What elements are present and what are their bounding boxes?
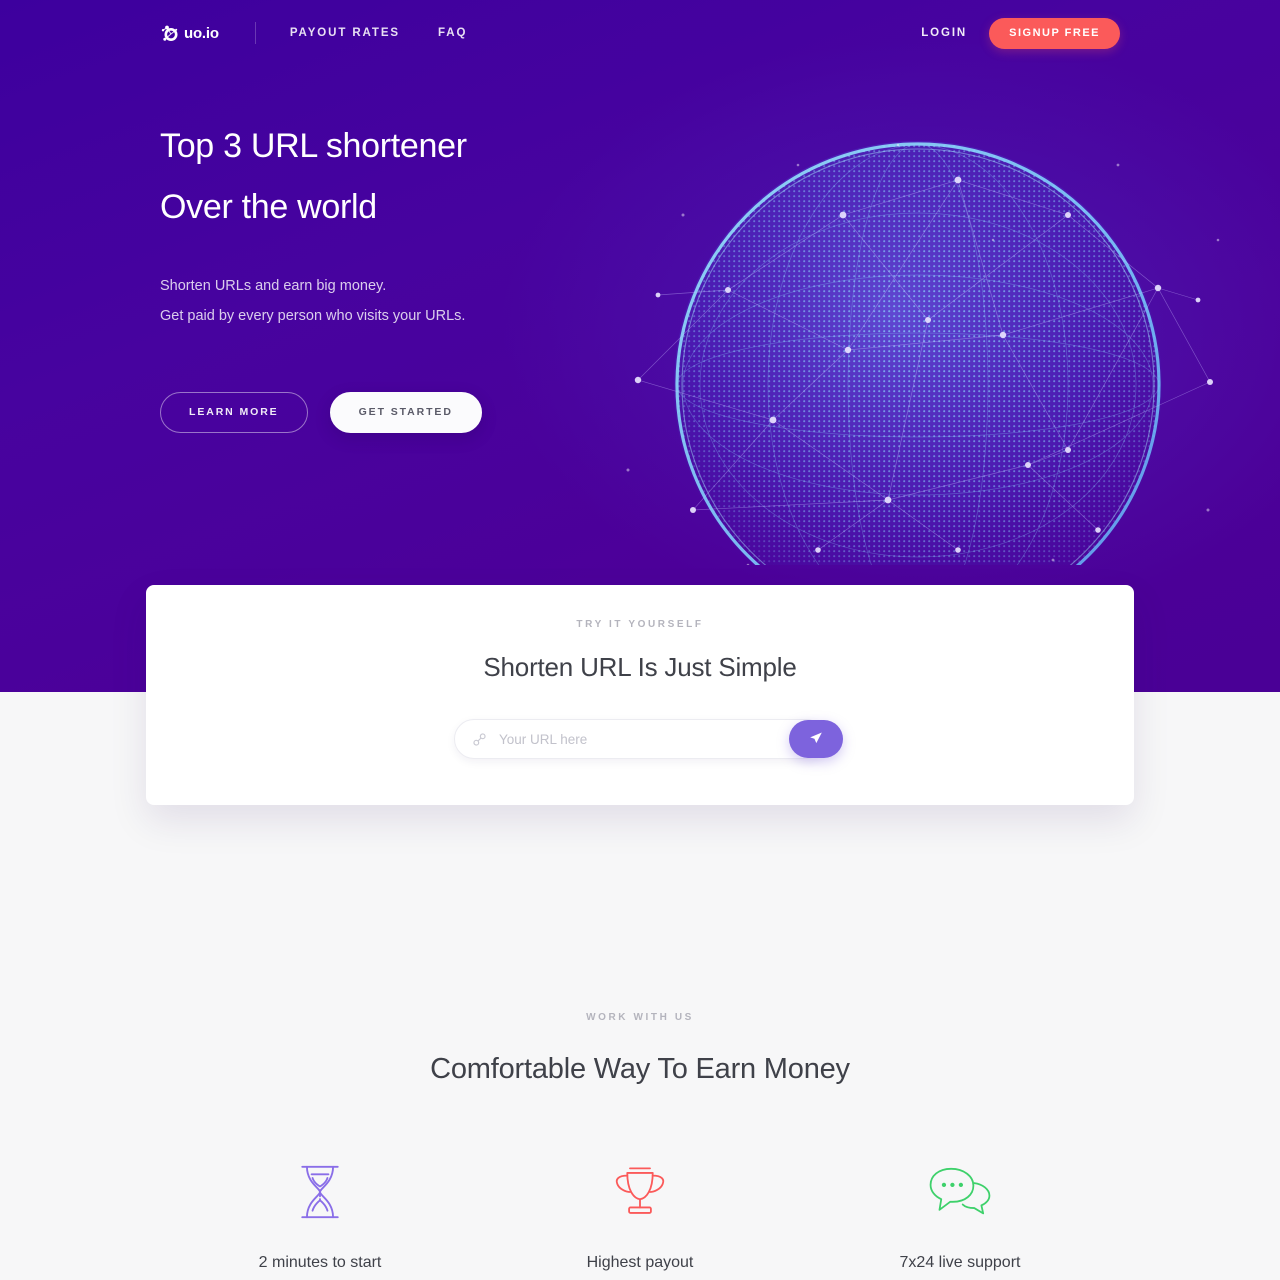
get-started-button[interactable]: GET STARTED	[329, 392, 482, 434]
learn-more-button[interactable]: LEARN MORE	[160, 392, 308, 434]
chat-bubbles-icon	[818, 1160, 1102, 1224]
feature-title: 7x24 live support	[899, 1254, 1021, 1271]
hero-headline-line1: Top 3 URL shortener	[160, 127, 467, 165]
feature-card: 2 minutes to start Signup for an account…	[160, 1160, 480, 1280]
url-shorten-form	[454, 719, 843, 759]
hero-subtext: Shorten URLs and earn big money. Get pai…	[160, 271, 560, 331]
hero-subtext-line2: Get paid by every person who visits your…	[160, 308, 466, 325]
feature-card: 7x24 live support Contact us at any time…	[800, 1160, 1120, 1280]
nav-item-payout-rates[interactable]: PAYOUT RATES	[290, 27, 400, 39]
shorten-url-card: TRY IT YOURSELF Shorten URL Is Just Simp…	[146, 585, 1134, 805]
molecule-o-icon	[160, 23, 182, 45]
top-navigation: uo.io PAYOUT RATES FAQ LOGIN SIGNUP FREE	[0, 0, 1280, 66]
login-link[interactable]: LOGIN	[921, 27, 967, 39]
link-icon	[471, 731, 487, 747]
feature-card: Highest payout We are proud to have high…	[480, 1160, 800, 1280]
url-input[interactable]	[487, 731, 825, 747]
hourglass-icon	[178, 1160, 462, 1224]
features-title: Comfortable Way To Earn Money	[430, 1053, 850, 1085]
feature-grid: 2 minutes to start Signup for an account…	[0, 1160, 1280, 1280]
shorten-submit-button[interactable]	[789, 720, 843, 758]
nav-divider	[254, 22, 256, 44]
nav-item-faq[interactable]: FAQ	[438, 27, 467, 39]
hero-headline-line2: Over the world	[160, 188, 377, 226]
feature-title: 2 minutes to start	[258, 1254, 382, 1271]
logo[interactable]: uo.io	[160, 22, 219, 44]
feature-title: Highest payout	[586, 1254, 694, 1271]
nav-actions: LOGIN SIGNUP FREE	[921, 17, 1120, 49]
hero-actions: LEARN MORE GET STARTED	[160, 392, 560, 434]
features-kicker: WORK WITH US	[586, 1012, 694, 1023]
hero-headline: Top 3 URL shortener Over the world	[160, 129, 560, 224]
trophy-icon	[498, 1160, 782, 1224]
network-globe-illustration	[598, 120, 1238, 580]
signup-free-button[interactable]: SIGNUP FREE	[989, 17, 1120, 49]
hero-copy: Top 3 URL shortener Over the world Short…	[0, 66, 560, 434]
nav-links: PAYOUT RATES FAQ	[290, 27, 467, 39]
shorten-kicker: TRY IT YOURSELF	[576, 619, 704, 630]
shorten-title: Shorten URL Is Just Simple	[483, 652, 797, 682]
send-plane-icon	[809, 731, 823, 748]
logo-text: uo.io	[184, 24, 219, 42]
hero-subtext-line1: Shorten URLs and earn big money.	[160, 278, 387, 294]
